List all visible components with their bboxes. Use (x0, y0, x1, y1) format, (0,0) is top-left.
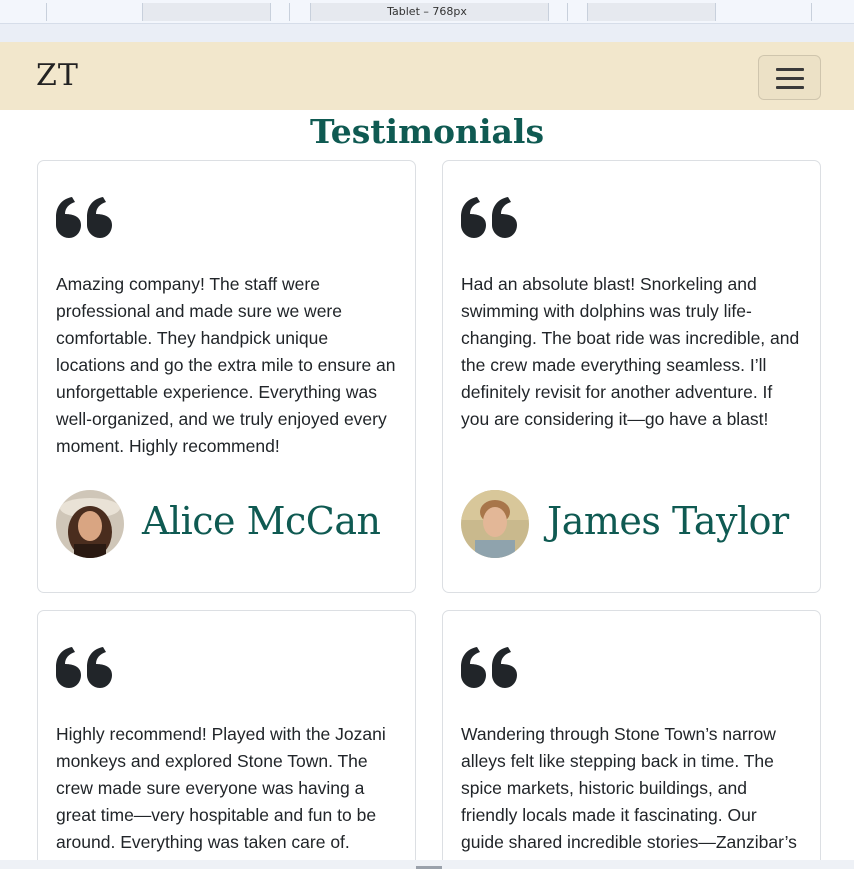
text-line: crew made sure everyone was having a (56, 778, 365, 798)
quote-icon (461, 197, 517, 238)
testimonial-text: Amazing company! The staff were professi… (56, 271, 401, 460)
horizontal-scrollbar[interactable] (0, 860, 854, 869)
testimonial-author: James Taylor (461, 489, 806, 559)
navbar: ZT (0, 42, 854, 110)
testimonial-text: Wandering through Stone Town’s narrow al… (461, 721, 806, 856)
text-line: comfortable. They handpick unique (56, 328, 329, 348)
menu-toggle-button[interactable] (758, 55, 821, 100)
testimonial-card: Highly recommend! Played with the Jozani… (37, 610, 416, 860)
quote-icon (461, 647, 517, 688)
avatar (461, 490, 529, 558)
text-line: well-organized, and we truly enjoyed eve… (56, 409, 387, 429)
testimonial-card: Amazing company! The staff were professi… (37, 160, 416, 593)
device-size-label[interactable]: Tablet – 768px (0, 5, 854, 18)
testimonial-text: Highly recommend! Played with the Jozani… (56, 721, 401, 856)
text-line: unforgettable experience. Everything was (56, 382, 378, 402)
text-line: alleys felt like stepping back in time. … (461, 751, 774, 771)
page-viewport: ZT Testimonials Amazing company! The sta… (0, 42, 854, 860)
text-line: Had an absolute blast! Snorkeling and (461, 274, 757, 294)
text-line: the crew made everything seamless. I’ll (461, 355, 767, 375)
testimonial-text: Had an absolute blast! Snorkeling and sw… (461, 271, 806, 433)
quote-icon (56, 197, 112, 238)
ruler-spacer (0, 24, 854, 42)
text-line: Wandering through Stone Town’s narrow (461, 724, 776, 744)
text-line: professional and made sure we were (56, 301, 342, 321)
text-line: locations and go the extra mile to ensur… (56, 355, 396, 375)
brand-logo[interactable]: ZT (36, 58, 79, 93)
text-line: monkeys and explored Stone Town. The (56, 751, 368, 771)
section-title: Testimonials (309, 112, 545, 151)
testimonial-card: Had an absolute blast! Snorkeling and sw… (442, 160, 821, 593)
avatar (56, 490, 124, 558)
device-ruler: Tablet – 768px (0, 0, 854, 24)
text-line: Highly recommend! Played with the Jozani (56, 724, 386, 744)
text-line: spice markets, historic buildings, and (461, 778, 747, 798)
testimonial-card: Wandering through Stone Town’s narrow al… (442, 610, 821, 860)
text-line: changing. The boat ride was incredible, … (461, 328, 800, 348)
testimonial-author: Alice McCan (56, 489, 401, 559)
text-line: swimming with dolphins was truly life- (461, 301, 752, 321)
text-line: friendly locals made it fascinating. Our (461, 805, 757, 825)
quote-icon (56, 647, 112, 688)
text-line: guide shared incredible stories—Zanzibar… (461, 832, 797, 852)
text-line: great time—very hospitable and fun to be (56, 805, 377, 825)
author-name: James Taylor (547, 499, 789, 543)
text-line: moment. Highly recommend! (56, 436, 280, 456)
text-line: around. Everything was taken care of. (56, 832, 350, 852)
text-line: you are considering it—go have a blast! (461, 409, 769, 429)
text-line: definitely revisit for another adventure… (461, 382, 773, 402)
author-name: Alice McCan (142, 499, 381, 543)
text-line: Amazing company! The staff were (56, 274, 320, 294)
